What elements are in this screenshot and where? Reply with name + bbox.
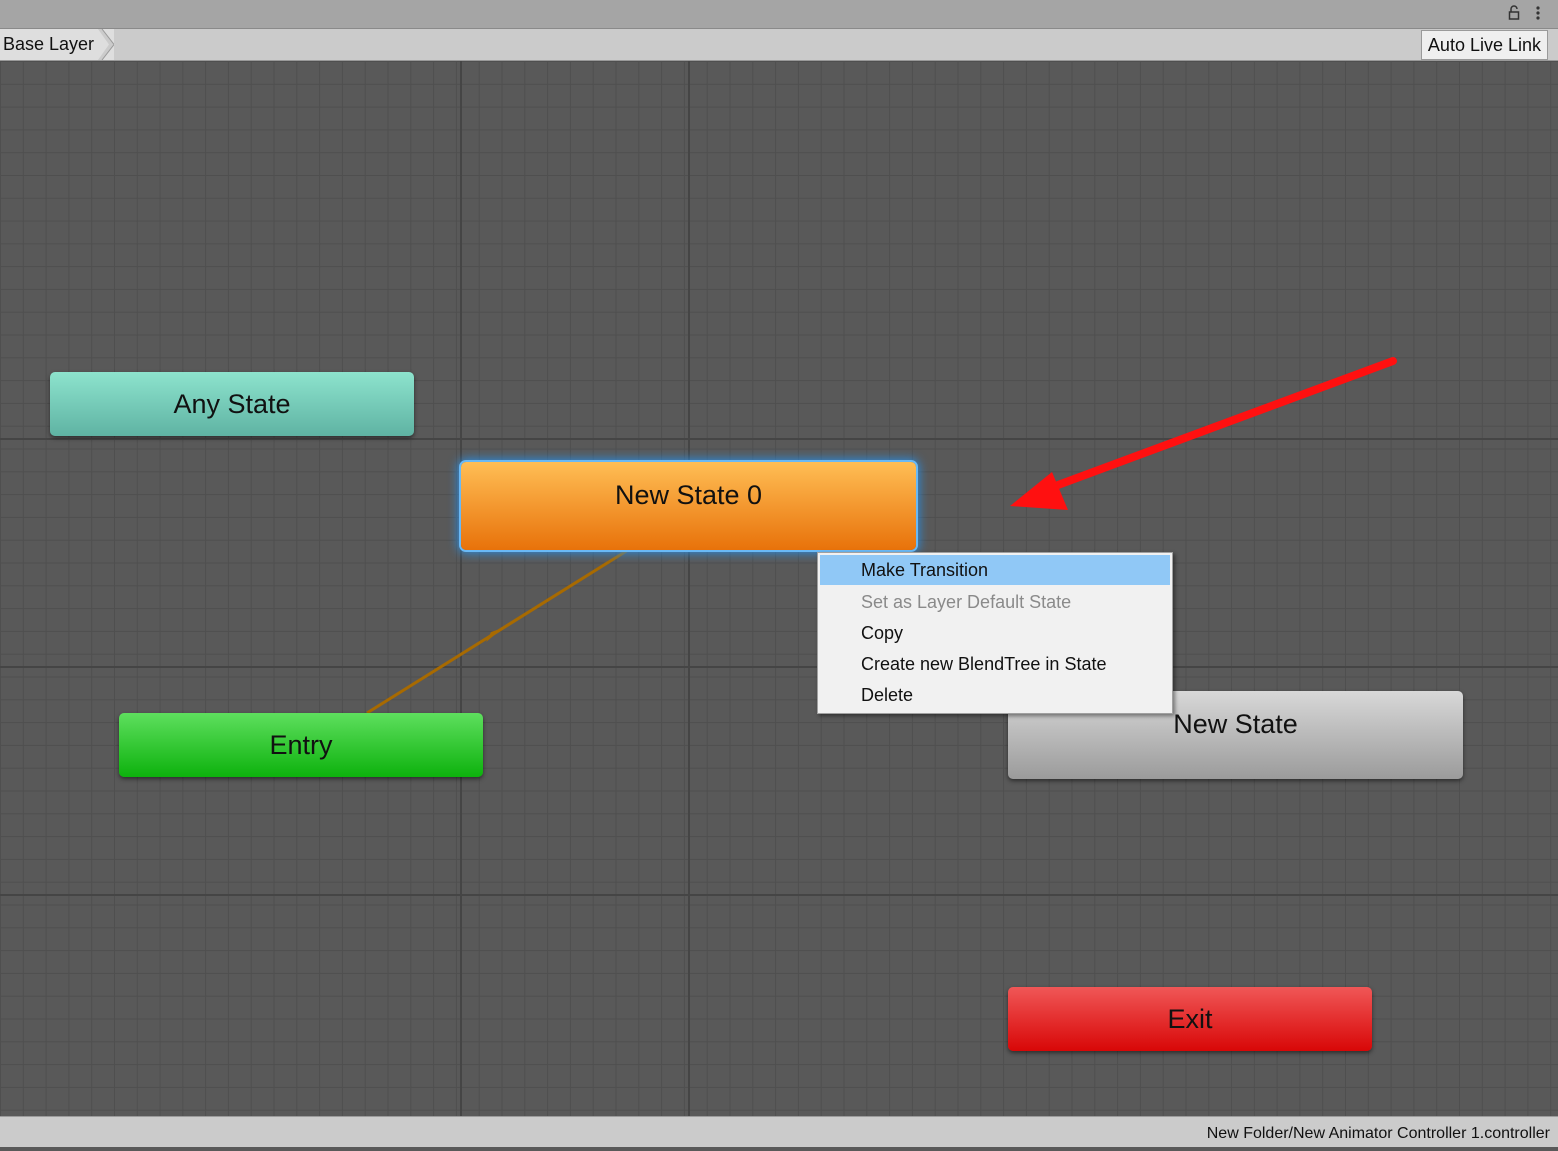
state-machine-graph[interactable]: Any State New State 0 Entry New State Ex… [0,61,1558,1116]
controller-path: New Folder/New Animator Controller 1.con… [1206,1125,1550,1142]
window-titlebar [0,0,1558,29]
kebab-menu-icon-glyph [1536,6,1540,20]
any-state-label: Any State [173,389,291,419]
kebab-menu-icon[interactable] [1534,5,1542,21]
exit-node[interactable]: Exit [1008,987,1372,1051]
annotation-arrow-shaft [1054,357,1397,489]
auto-live-link-button[interactable]: Auto Live Link [1420,30,1548,60]
entry-transition-line[interactable] [366,548,629,715]
status-bar: New Folder/New Animator Controller 1.con… [0,1116,1558,1147]
new-state-0-node[interactable]: New State 0 [461,462,916,550]
lock-icon-glyph [1508,5,1520,20]
new-state-label: New State [1173,709,1298,739]
annotation-layer [1010,357,1397,510]
any-state-node[interactable]: Any State [50,372,414,436]
annotation-arrow-icon [1010,472,1068,510]
breadcrumb-label: Base Layer [3,34,95,54]
grid-major-line [0,438,1558,440]
state-context-menu: Make Transition Set as Layer Default Sta… [817,552,1173,714]
exit-label: Exit [1167,1004,1213,1034]
entry-node[interactable]: Entry [119,713,483,777]
transition-arrowhead-icon [486,628,503,642]
transition-layer [366,548,629,715]
menu-item-make-transition[interactable]: Make Transition [820,555,1170,585]
entry-label: Entry [269,730,333,760]
breadcrumb-chevron-icon [98,29,115,60]
menu-item-create-blendtree[interactable]: Create new BlendTree in State [820,649,1170,679]
menu-item-set-layer-default: Set as Layer Default State [861,592,1072,612]
breadcrumb-base-layer[interactable]: Base Layer [0,29,115,60]
grid-major-line [460,61,462,1116]
menu-item-copy[interactable]: Copy [820,618,1170,648]
grid-major-line [0,666,1558,668]
menu-item-delete[interactable]: Delete [820,680,1170,710]
graph-toolbar: Base Layer Auto Live Link [0,29,1558,61]
grid-major-line [688,61,690,1116]
grid-major-line [0,894,1558,896]
new-state-0-label: New State 0 [614,480,763,510]
lock-icon[interactable] [1508,5,1520,21]
